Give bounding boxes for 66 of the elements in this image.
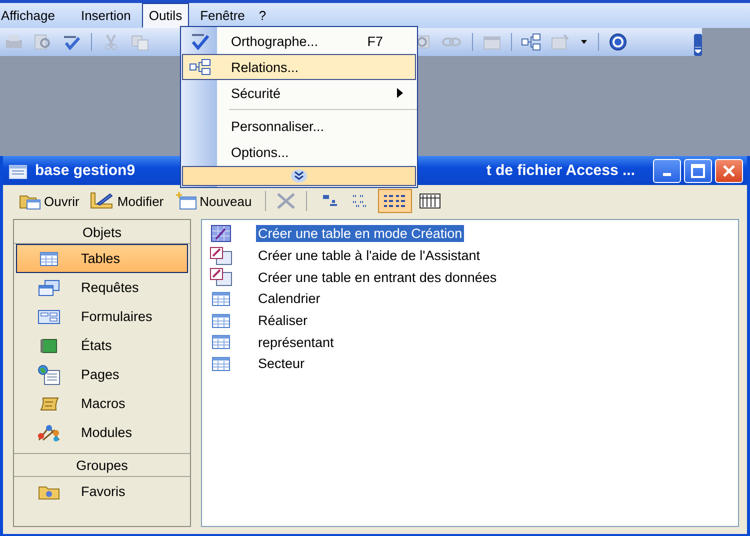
list-item[interactable]: Créer une table en mode Création [256,225,464,242]
menu-bar-item[interactable]: Insertion [74,3,138,28]
list-view-button[interactable] [378,189,412,213]
list-item[interactable]: Réaliser [256,312,310,330]
list-item[interactable]: Secteur [256,355,307,372]
close-icon [722,164,736,178]
table-icon [40,252,58,266]
folder-icon [38,484,60,500]
modify-button[interactable]: Modifier [86,189,168,213]
menu-item[interactable]: Options... [182,139,416,165]
object-type-item[interactable]: Pages [16,360,188,389]
menu-item[interactable]: Relations... [182,54,416,80]
object-type-item[interactable]: Macros [16,389,188,418]
relationships-icon[interactable] [521,33,541,51]
menu-bar-item[interactable]: ? [252,3,274,28]
new-button[interactable]: Nouveau [170,189,256,213]
web-page-icon [38,364,60,384]
minimize-icon [663,173,671,176]
open-button[interactable]: Ouvrir [15,189,84,213]
list-item[interactable]: Créer une table en entrant des données [256,268,499,286]
object-type-item[interactable]: Requêtes [16,273,188,302]
window-title: base gestion9 [35,162,136,179]
report-icon [40,338,58,354]
toolbar-handle[interactable] [694,34,702,56]
submenu-arrow-icon [397,88,403,98]
object-type-item[interactable]: Modules [16,418,188,447]
maximize-button[interactable] [684,158,712,182]
list-item[interactable]: Créer une table à l'aide de l'Assistant [256,247,482,264]
maximize-icon [691,164,705,178]
database-icon [9,162,27,178]
ruler-pencil-icon [90,192,114,210]
list-item[interactable]: Calendrier [256,290,322,308]
table-icon [212,356,230,371]
minimize-button[interactable] [653,158,681,182]
menu-bar-item[interactable]: Outils [142,3,190,28]
modules-icon [37,424,61,442]
menu-item[interactable]: Personnaliser... [182,113,416,139]
details-icon [418,193,441,209]
help-icon[interactable] [608,33,628,51]
query-icon [38,280,60,296]
object-type-item[interactable]: Formulaires [16,302,188,331]
form-icon [38,310,60,324]
menu-bar-item[interactable]: Fenêtre [193,3,252,28]
expand-menu-button[interactable] [182,166,416,186]
list-icon [382,193,408,209]
new-table-icon [174,192,197,210]
window-title: t de fichier Access ... [486,162,635,179]
chevron-down-icon [290,169,308,183]
scroll-icon [38,396,60,412]
table-wizard-icon [210,268,232,286]
table-icon [212,335,230,350]
spellcheck-icon [189,32,211,50]
table-wizard-icon [210,246,232,265]
menu-item[interactable]: Sécurité [182,80,416,106]
table-icon [212,314,230,328]
table-icon [212,292,230,306]
section-header: Groupes [14,453,190,477]
table-design-icon [211,225,231,242]
object-type-item[interactable]: Tables [16,244,188,273]
list-item[interactable]: représentant [256,334,336,351]
close-button[interactable] [715,158,743,182]
object-type-item[interactable]: États [16,331,188,360]
relationships-icon [189,59,211,75]
menu-bar-item[interactable]: Affichage [0,3,62,28]
group-item[interactable]: Favoris [16,477,188,506]
spellcheck-icon[interactable] [62,33,82,51]
